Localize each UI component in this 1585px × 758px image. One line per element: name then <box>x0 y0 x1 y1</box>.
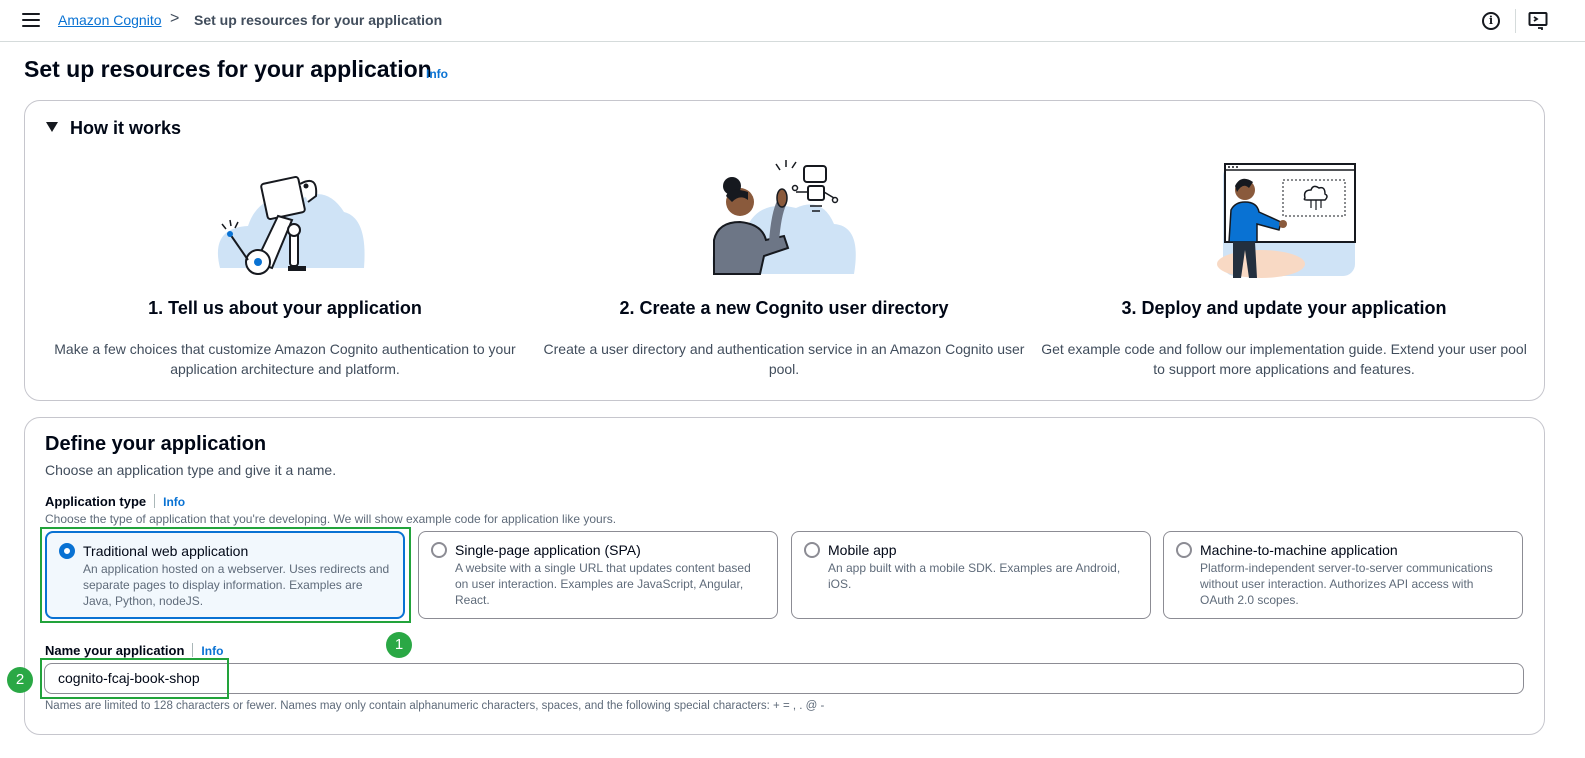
tile-machine-to-machine-application[interactable]: Machine-to-machine application Platform-… <box>1163 531 1523 619</box>
highlight-box-application-name <box>40 658 229 699</box>
step-1-title: 1. Tell us about your application <box>148 298 422 318</box>
menu-icon[interactable] <box>22 13 40 27</box>
how-it-works-title: How it works <box>70 118 182 138</box>
tile-title: Machine-to-machine application <box>1200 542 1398 558</box>
person-with-robot-illustration <box>539 150 1029 290</box>
step-1-description: Make a few choices that customize Amazon… <box>54 341 516 377</box>
how-it-works-toggle[interactable]: How it works <box>46 118 181 139</box>
define-title: Define your application <box>45 433 267 455</box>
breadcrumb-current: Set up resources for your application <box>194 12 443 28</box>
tile-mobile-app[interactable]: Mobile app An app built with a mobile SD… <box>791 531 1151 619</box>
radio-mobile-app[interactable] <box>804 542 820 558</box>
tile-single-page-application[interactable]: Single-page application (SPA) A website … <box>418 531 778 619</box>
annotation-badge-2: 2 <box>7 667 33 693</box>
caret-down-icon <box>46 122 58 132</box>
application-name-label: Name your application Info <box>45 643 223 658</box>
step-2-title: 2. Create a new Cognito user directory <box>619 298 949 318</box>
application-name-info-link[interactable]: Info <box>201 644 223 658</box>
top-navigation-bar: Amazon Cognito > Set up resources for yo… <box>0 0 1585 42</box>
application-name-label-text: Name your application <box>45 643 185 658</box>
step-1: 1. Tell us about your application Make a… <box>40 150 530 379</box>
label-separator <box>192 643 194 657</box>
application-type-label: Application type Info <box>45 494 185 509</box>
tile-title: Single-page application (SPA) <box>455 542 641 558</box>
highlight-box-application-type <box>40 527 411 623</box>
breadcrumb-separator: > <box>170 10 180 27</box>
radio-single-page-application[interactable] <box>431 542 447 558</box>
robot-dog-illustration <box>40 150 530 290</box>
step-2: 2. Create a new Cognito user directory C… <box>539 150 1029 379</box>
feedback-icon[interactable] <box>1528 11 1548 31</box>
breadcrumb-amazon-cognito[interactable]: Amazon Cognito <box>58 12 162 28</box>
application-type-description: Choose the type of application that you'… <box>45 512 617 526</box>
application-name-input[interactable]: cognito-fcaj-book-shop <box>44 663 1524 694</box>
application-name-constraint: Names are limited to 128 characters or f… <box>45 700 825 712</box>
define-subtitle: Choose an application type and give it a… <box>45 462 337 478</box>
tile-description: Platform-independent server-to-server co… <box>1200 561 1493 607</box>
tile-description: A website with a single URL that updates… <box>455 561 751 607</box>
person-presenting-illustration <box>1039 150 1529 290</box>
step-3: 3. Deploy and update your application Ge… <box>1039 150 1529 379</box>
tile-description: An app built with a mobile SDK. Examples… <box>828 561 1121 591</box>
page-title: Set up resources for your application <box>24 56 432 82</box>
radio-machine-to-machine-application[interactable] <box>1176 542 1192 558</box>
toolbar-divider <box>1515 9 1516 33</box>
application-type-label-text: Application type <box>45 494 147 509</box>
step-2-description: Create a user directory and authenticati… <box>543 341 1025 377</box>
page-info-link[interactable]: Info <box>426 67 448 81</box>
application-type-info-link[interactable]: Info <box>163 495 185 509</box>
step-3-description: Get example code and follow our implemen… <box>1041 341 1527 377</box>
step-3-title: 3. Deploy and update your application <box>1121 298 1447 318</box>
tile-title: Mobile app <box>828 542 897 558</box>
label-separator <box>154 494 156 508</box>
annotation-badge-1: 1 <box>386 632 412 658</box>
info-icon[interactable]: i <box>1482 12 1500 30</box>
